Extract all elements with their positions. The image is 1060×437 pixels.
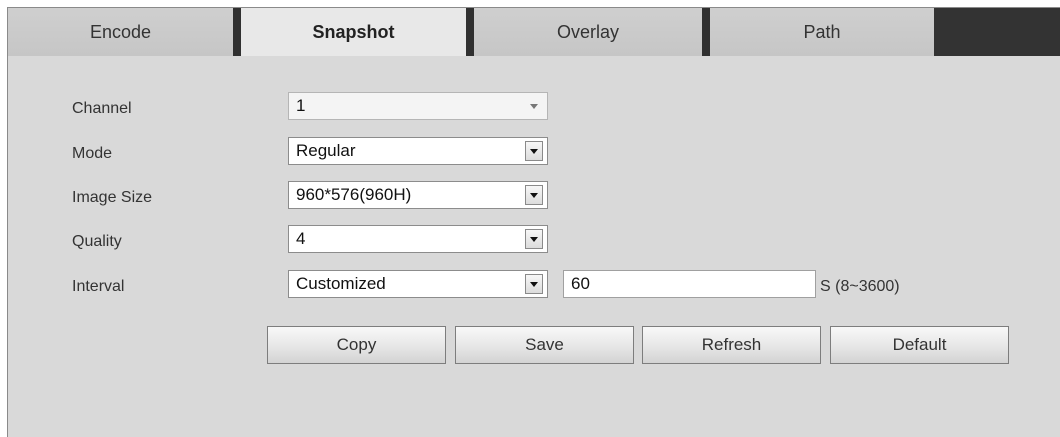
image-size-select[interactable]: 960*576(960H) (288, 181, 548, 209)
image-size-label: Image Size (72, 189, 153, 206)
interval-unit-label: S (8~3600) (820, 278, 900, 295)
copy-button[interactable]: Copy (267, 326, 446, 364)
tab-snapshot[interactable]: Snapshot (241, 8, 466, 56)
tab-bar: Encode Snapshot Overlay Path (8, 8, 1060, 56)
tab-path[interactable]: Path (710, 8, 934, 56)
tab-separator (466, 8, 474, 56)
snapshot-settings-panel: Encode Snapshot Overlay Path Channel 1 M… (7, 7, 1060, 437)
interval-seconds-input[interactable] (563, 270, 816, 298)
quality-select[interactable]: 4 (288, 225, 548, 253)
channel-label: Channel (72, 100, 132, 117)
image-size-value: 960*576(960H) (296, 185, 412, 204)
quality-value: 4 (296, 229, 306, 248)
chevron-down-icon[interactable] (525, 185, 543, 205)
interval-select[interactable]: Customized (288, 270, 548, 298)
tab-separator (702, 8, 710, 56)
refresh-button[interactable]: Refresh (642, 326, 821, 364)
chevron-down-icon (525, 96, 543, 116)
mode-label: Mode (72, 145, 113, 162)
mode-select[interactable]: Regular (288, 137, 548, 165)
chevron-down-icon[interactable] (525, 229, 543, 249)
tab-bar-end (934, 8, 1060, 56)
channel-select[interactable]: 1 (288, 92, 548, 120)
quality-label: Quality (72, 233, 122, 250)
chevron-down-icon[interactable] (525, 274, 543, 294)
tab-overlay[interactable]: Overlay (474, 8, 702, 56)
channel-value: 1 (296, 96, 306, 115)
tab-separator (233, 8, 241, 56)
save-button[interactable]: Save (455, 326, 634, 364)
tab-encode[interactable]: Encode (8, 8, 233, 56)
mode-value: Regular (296, 141, 356, 160)
chevron-down-icon[interactable] (525, 141, 543, 161)
interval-value: Customized (296, 274, 386, 293)
default-button[interactable]: Default (830, 326, 1009, 364)
interval-label: Interval (72, 278, 125, 295)
